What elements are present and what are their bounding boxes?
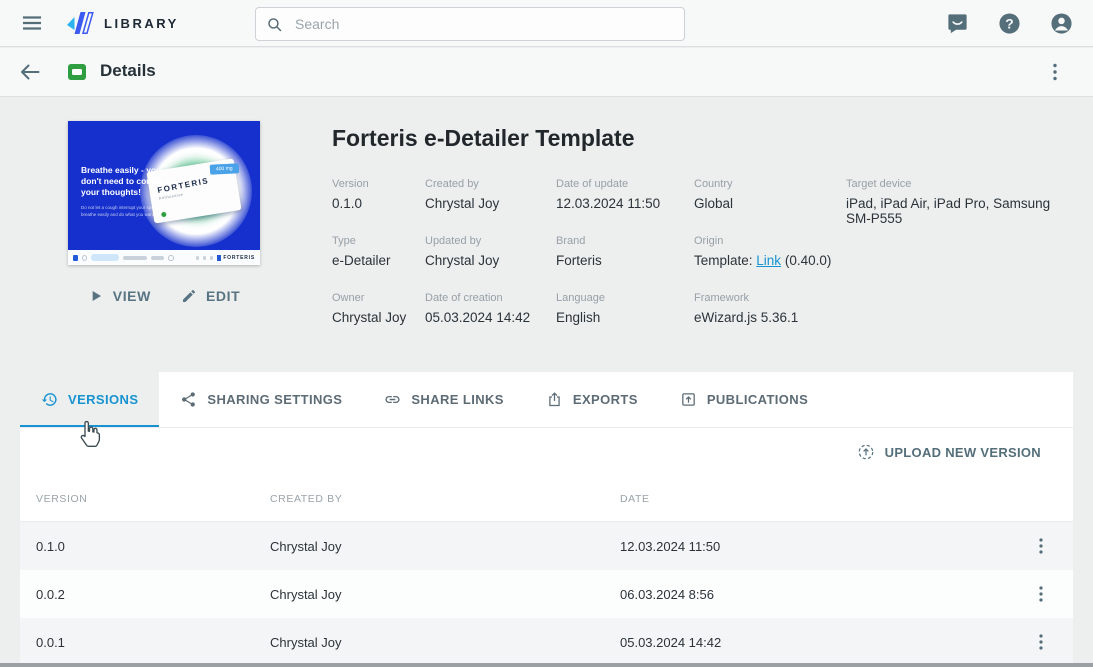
play-icon xyxy=(92,291,101,301)
tab-sharing-settings-label: SHARING SETTINGS xyxy=(207,392,343,407)
cell-date: 06.03.2024 8:56 xyxy=(620,586,714,602)
column-version: VERSION xyxy=(36,492,88,505)
cell-created-by: Chrystal Joy xyxy=(270,634,342,650)
meta-country: Country Global xyxy=(694,178,734,211)
upload-new-version-label: UPLOAD NEW VERSION xyxy=(884,444,1041,460)
export-icon xyxy=(549,392,560,407)
tab-bar: VERSIONS SHARING SETTINGS SHARE LINKS EX… xyxy=(20,372,1073,428)
topbar-actions: ? xyxy=(946,0,1073,47)
help-icon[interactable]: ? xyxy=(998,12,1021,35)
thumbnail-dose-tag: 400 mg xyxy=(209,163,240,175)
view-button[interactable]: VIEW xyxy=(88,283,151,309)
menu-icon[interactable] xyxy=(20,11,44,35)
edit-button-label: EDIT xyxy=(205,288,241,304)
meta-brand: Brand Forteris xyxy=(556,235,602,268)
meta-language: Language English xyxy=(556,292,605,325)
edit-button[interactable]: EDIT xyxy=(181,283,240,309)
thumbnail-home-icon xyxy=(73,254,78,261)
meta-updated-by: Updated by Chrystal Joy xyxy=(425,235,500,268)
row-menu-button[interactable] xyxy=(1029,534,1053,558)
tab-versions[interactable]: VERSIONS xyxy=(20,372,160,427)
app-logo[interactable]: Library xyxy=(66,10,179,36)
versions-table-body: 0.1.0 Chrystal Joy 12.03.2024 11:50 0.0.… xyxy=(20,522,1073,666)
meta-created-by: Created by Chrystal Joy xyxy=(425,178,500,211)
content-type-icon xyxy=(68,64,86,80)
details-bar: Details xyxy=(0,48,1093,97)
pencil-icon xyxy=(182,290,195,302)
tab-exports[interactable]: EXPORTS xyxy=(525,372,659,427)
table-row[interactable]: 0.0.2 Chrystal Joy 06.03.2024 8:56 xyxy=(20,570,1073,618)
cell-version: 0.0.1 xyxy=(36,634,65,650)
meta-type: Type e-Detailer xyxy=(332,235,391,268)
versions-toolbar: UPLOAD NEW VERSION xyxy=(20,428,1073,476)
tab-exports-label: EXPORTS xyxy=(572,392,638,407)
page-menu-button[interactable] xyxy=(1043,60,1067,84)
tab-sharing-settings[interactable]: SHARING SETTINGS xyxy=(159,372,363,427)
details-card: VERSIONS SHARING SETTINGS SHARE LINKS EX… xyxy=(20,372,1073,667)
messages-icon[interactable] xyxy=(946,12,969,35)
search-input[interactable] xyxy=(295,16,674,32)
search-icon xyxy=(268,17,282,31)
cell-created-by: Chrystal Joy xyxy=(270,586,342,602)
row-menu-button[interactable] xyxy=(1029,630,1053,654)
thumbnail-copy: Breathe easily - you don't need to cough… xyxy=(81,165,181,219)
search-box[interactable] xyxy=(255,7,685,41)
link-icon xyxy=(385,395,400,404)
meta-date-of-creation: Date of creation 05.03.2024 14:42 xyxy=(425,292,531,325)
meta-version: Version 0.1.0 xyxy=(332,178,369,211)
tab-publications[interactable]: PUBLICATIONS xyxy=(659,372,829,427)
column-created-by: CREATED BY xyxy=(270,492,343,505)
versions-table-header: VERSION CREATED BY DATE xyxy=(20,476,1073,522)
logo-text: Library xyxy=(104,12,179,33)
origin-link[interactable]: Link xyxy=(756,253,781,268)
cell-date: 12.03.2024 11:50 xyxy=(620,538,721,554)
meta-date-of-update: Date of update 12.03.2024 11:50 xyxy=(556,178,661,211)
upload-icon xyxy=(858,444,873,460)
tab-share-links[interactable]: SHARE LINKS xyxy=(363,372,525,427)
table-row[interactable]: 0.1.0 Chrystal Joy 12.03.2024 11:50 xyxy=(20,522,1073,570)
meta-origin: Origin Template: Link (0.40.0) xyxy=(694,235,832,268)
top-app-bar: Library ? xyxy=(0,0,1093,47)
cell-date: 05.03.2024 14:42 xyxy=(620,634,722,650)
share-icon xyxy=(182,392,196,407)
thumbnail-navbar: FORTERIS xyxy=(68,250,260,265)
history-icon xyxy=(41,393,57,406)
cell-version: 0.1.0 xyxy=(36,538,65,554)
thumbnail-actions: VIEW EDIT xyxy=(68,283,260,309)
thumbnail-strip-logo: FORTERIS xyxy=(217,254,255,261)
column-date: DATE xyxy=(620,492,650,505)
logo-icon xyxy=(67,12,94,34)
tab-share-links-label: SHARE LINKS xyxy=(411,392,504,407)
row-menu-button[interactable] xyxy=(1029,582,1053,606)
tab-versions-label: VERSIONS xyxy=(68,392,139,407)
meta-target-device: Target device iPad, iPad Air, iPad Pro, … xyxy=(846,178,1051,226)
table-row[interactable]: 0.0.1 Chrystal Joy 05.03.2024 14:42 xyxy=(20,618,1073,666)
publish-icon xyxy=(682,393,695,406)
page-title: Details xyxy=(100,61,156,80)
asset-metadata: Version 0.1.0 Created by Chrystal Joy Da… xyxy=(332,178,1077,349)
thumbnail-subtext: Do not let a cough interrupt your speech… xyxy=(81,205,164,217)
cell-version: 0.0.2 xyxy=(36,586,65,602)
window-edge xyxy=(0,663,1093,667)
back-button[interactable] xyxy=(18,60,42,84)
tab-publications-label: PUBLICATIONS xyxy=(706,392,809,407)
asset-thumbnail[interactable]: FORTERIS Antitussive 400 mg Breathe easi… xyxy=(68,121,260,265)
thumbnail-headline: Breathe easily - you don't need to cough… xyxy=(81,165,178,198)
upload-new-version-button[interactable]: UPLOAD NEW VERSION xyxy=(857,443,1041,461)
meta-owner: Owner Chrystal Joy xyxy=(332,292,407,325)
view-button-label: VIEW xyxy=(112,288,151,304)
cell-created-by: Chrystal Joy xyxy=(270,538,342,554)
meta-framework: Framework eWizard.js 5.36.1 xyxy=(694,292,799,325)
asset-title: Forteris e-Detailer Template xyxy=(332,125,635,151)
account-icon[interactable] xyxy=(1050,12,1073,35)
svg-text:?: ? xyxy=(1005,15,1013,31)
